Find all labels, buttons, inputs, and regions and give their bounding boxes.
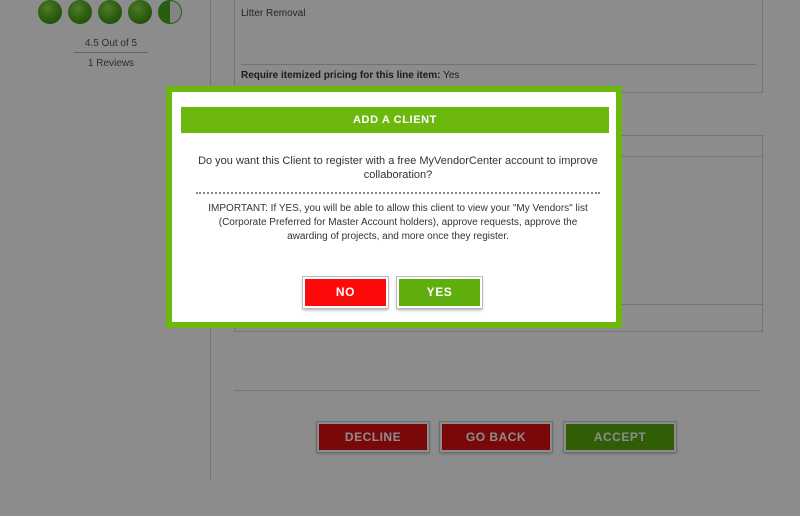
yes-button[interactable]: YES <box>396 276 483 309</box>
dotted-divider <box>196 192 600 194</box>
add-client-dialog: ADD A CLIENT Do you want this Client to … <box>166 86 622 328</box>
no-button[interactable]: NO <box>302 276 389 309</box>
dialog-question: Do you want this Client to register with… <box>198 155 598 181</box>
dialog-title: ADD A CLIENT <box>181 107 609 133</box>
dialog-important-note: IMPORTANT: If YES, you will be able to a… <box>208 203 588 242</box>
